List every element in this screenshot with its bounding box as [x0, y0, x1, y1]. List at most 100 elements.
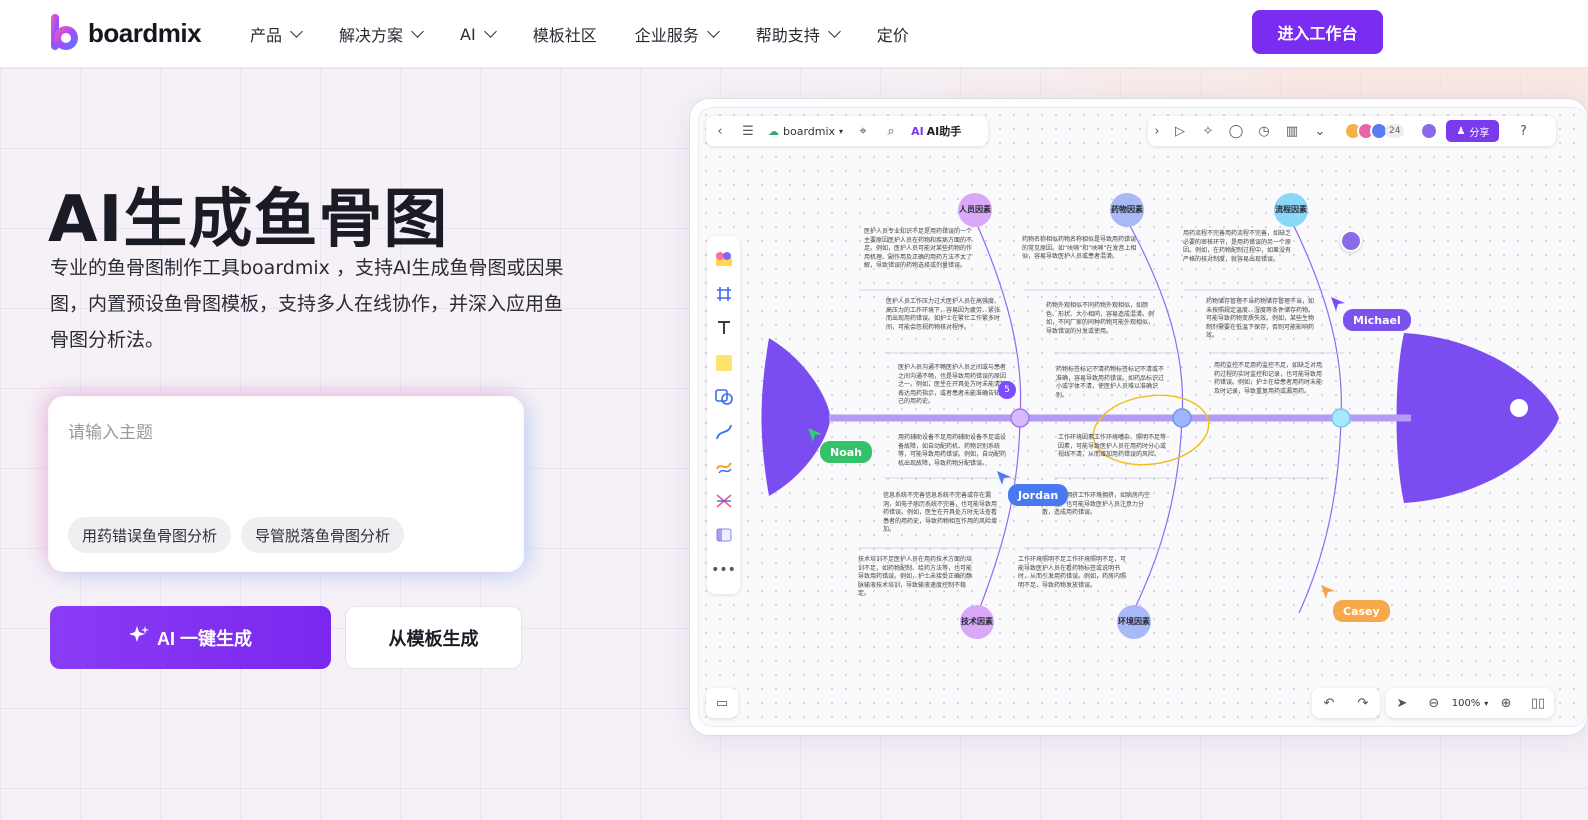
connector-icon[interactable] [707, 415, 740, 450]
collaborator-avatars[interactable]: 24 [1344, 122, 1405, 140]
template-generate-button[interactable]: 从模板生成 [345, 606, 522, 669]
enter-workspace-button[interactable]: 进入工作台 [1252, 10, 1383, 54]
pen-icon[interactable] [707, 449, 740, 484]
boardmix-logo-icon [50, 14, 80, 52]
cursor-michael: Michael [1343, 309, 1411, 331]
note-process-1[interactable]: 用药流程不完善用药流程不完善，如缺乏必要的审核环节，是用药错误的另一个原因。例如… [1183, 230, 1295, 264]
collaborator-count: 24 [1385, 124, 1405, 138]
cursor-arrow-icon [997, 471, 1011, 485]
fish-tail [761, 338, 830, 496]
tag-icon[interactable]: ⌖ [849, 116, 877, 146]
node-process-factor[interactable]: 流程因素 [1274, 193, 1308, 227]
note-env-1[interactable]: 工作环境因素工作环境嘈杂、照明不足等因素，可能导致医护人员在用药时分心或视线不清… [1058, 434, 1170, 460]
chevron-down-icon[interactable]: ▾ [1484, 699, 1488, 708]
topic-input[interactable] [50, 398, 522, 508]
vote-icon[interactable]: ▥ [1278, 116, 1306, 146]
book-icon[interactable]: ▯▯ [1524, 688, 1552, 718]
search-icon[interactable]: ⌕ [877, 116, 905, 146]
minimap-icon[interactable]: ▭ [708, 688, 736, 718]
text-icon[interactable] [707, 311, 740, 346]
brand-logo[interactable]: boardmix [50, 14, 202, 52]
suggestion-chip-catheter-dislodgement[interactable]: 导管脱落鱼骨图分析 [241, 517, 405, 553]
ai-helper-label: AI助手 [926, 125, 962, 138]
redo-icon[interactable]: ↷ [1349, 688, 1377, 718]
note-drug-2[interactable]: 药物外观相似不同药物外观相似，如颜色、形状、大小相同，容易造成混淆。例如，不同厂… [1046, 302, 1158, 336]
note-tech-1[interactable]: 用药辅助设备不足用药辅助设备不足或设备故障，如自动配药机、药物识别系统等，可能导… [898, 434, 1010, 468]
zoom-out-icon[interactable]: ⊖ [1420, 688, 1448, 718]
chevron-down-icon [827, 25, 841, 38]
note-people-2[interactable]: 医护人员工作压力过大医护人员在高强度、高压力的工作环境下，容易因为疲劳、紧张而出… [886, 298, 1000, 332]
nav-item-0[interactable]: 产品 [250, 22, 303, 46]
nav-item-label: 帮助支持 [755, 26, 820, 45]
current-user-avatar[interactable] [1420, 122, 1439, 140]
fishbone-diagram [761, 221, 1559, 614]
nav-item-2[interactable]: AI [460, 25, 497, 44]
cursor-arrow-icon [808, 428, 822, 442]
back-icon[interactable]: ‹ [706, 116, 734, 146]
hero-description: 专业的鱼骨图制作工具boardmix ，支持AI生成鱼骨图或因果图，内置预设鱼骨… [50, 257, 564, 351]
cursor-jordan: Jordan [1008, 484, 1069, 506]
ai-generate-button[interactable]: AI 一键生成 [50, 606, 331, 669]
node-tech-factor[interactable]: 技术因素 [960, 605, 994, 639]
chevron-right-icon[interactable]: › [1148, 116, 1166, 146]
note-env-3[interactable]: 工作环境照明不足工作环境照明不足，可能导致医护人员在看药物标签或说明书时，从而引… [1018, 556, 1130, 590]
note-people-3[interactable]: 医护人员沟通不畅医护人员之间或与患者之间沟通不畅，也是导致用药错误的原因之一。例… [898, 364, 1010, 407]
undo-icon[interactable]: ↶ [1315, 688, 1343, 718]
suggestion-chip-medication-error[interactable]: 用药错误鱼骨图分析 [68, 517, 232, 553]
node-people-factor[interactable]: 人员因素 [958, 193, 992, 227]
cursor-noah: Noah [820, 441, 873, 463]
nav-item-1[interactable]: 解决方案 [339, 22, 424, 46]
comment-count-badge[interactable]: 5 [998, 381, 1016, 399]
page-title: AI生成鱼骨图 [48, 183, 449, 257]
fish-head [1396, 333, 1559, 503]
select-pointer-icon[interactable]: ➤ [1388, 688, 1416, 718]
note-drug-3[interactable]: 药物标签标记不清药物标签标记不清或不准确，容易导致用药错误。如药品标识过小或字体… [1056, 366, 1168, 400]
zoom-level[interactable]: 100% [1452, 698, 1481, 709]
frame-icon[interactable] [707, 277, 740, 312]
mindmap-icon[interactable] [707, 484, 740, 519]
table-icon[interactable] [707, 518, 740, 553]
comment-icon[interactable]: ◯ [1222, 116, 1250, 146]
note-tech-3[interactable]: 技术培训不足医护人员在用药技术方面的培训不足，如药物配制、给药方法等，也可能导致… [858, 556, 972, 599]
board-side-tools: ••• [707, 236, 740, 594]
celebrate-icon[interactable]: ✧ [1194, 116, 1222, 146]
note-drug-1[interactable]: 药物名称相似药物名称相似是导致用药错误的常见原因。如“呋喃”和“呋喃”在发音上相… [1022, 236, 1140, 262]
nav-item-4[interactable]: 企业服务 [634, 22, 720, 46]
more-down-icon[interactable]: ⌄ [1306, 116, 1334, 146]
note-process-3[interactable]: 用药监控不足用药监控不足，如缺乏对用药过程的实时监控和记录，也可能导致用药错误。… [1214, 362, 1326, 396]
ai-helper-button[interactable]: AI AI助手 [905, 123, 967, 139]
nav-item-5[interactable]: 帮助支持 [755, 22, 841, 46]
play-icon[interactable]: ▷ [1166, 116, 1194, 146]
cursor-arrow-icon [1321, 585, 1335, 599]
share-button[interactable]: ♟ 分享 [1446, 120, 1500, 142]
zoom-in-icon[interactable]: ⊕ [1492, 688, 1520, 718]
user-share-icon: ♟ [1456, 125, 1466, 137]
help-icon[interactable]: ? [1509, 116, 1537, 146]
chevron-down-icon [290, 25, 303, 38]
board-undo-toolbar: ↶ ↷ [1312, 688, 1380, 718]
board-brand-label: boardmix [783, 124, 836, 138]
nav-item-label: 解决方案 [339, 26, 404, 45]
board-brand-dropdown[interactable]: ☁ boardmix ▾ [762, 125, 849, 138]
nav-item-label: 模板社区 [532, 26, 597, 45]
cloud-icon: ☁ [768, 124, 779, 138]
board-zoom-toolbar: ➤ ⊖ 100% ▾ ⊕ ▯▯ [1386, 688, 1554, 718]
note-people-1[interactable]: 医护人员专业知识不足是用药错误的一个主要原因医护人员在药物和疾病方面的不足。例如… [864, 228, 976, 271]
sticky-note-icon[interactable] [707, 346, 740, 381]
node-drug-factor[interactable]: 药物因素 [1110, 193, 1144, 227]
board-minimap-toolbar: ▭ [706, 688, 738, 718]
shape-icon[interactable] [707, 380, 740, 415]
template-icon[interactable] [707, 242, 740, 277]
note-tech-2[interactable]: 信息系统不完善信息系统不完善或存在漏洞，如电子病历系统不完善，也可能导致用药错误… [883, 492, 997, 535]
collaborator-avatar [1340, 230, 1362, 252]
chevron-down-icon [706, 25, 720, 38]
timer-icon[interactable]: ◷ [1250, 116, 1278, 146]
menu-icon[interactable]: ☰ [734, 116, 762, 146]
nav-item-6[interactable]: 定价 [877, 22, 909, 46]
cursor-casey: Casey [1333, 600, 1390, 622]
node-environment-factor[interactable]: 环境因素 [1117, 605, 1151, 639]
nav-item-label: 企业服务 [634, 26, 699, 45]
more-icon[interactable]: ••• [707, 553, 740, 588]
nav-item-3[interactable]: 模板社区 [533, 22, 597, 46]
note-process-2[interactable]: 药物储存管理不当药物储存管理不当，如未按照规定温度、湿度等条件储存药物，可能导致… [1206, 298, 1318, 341]
